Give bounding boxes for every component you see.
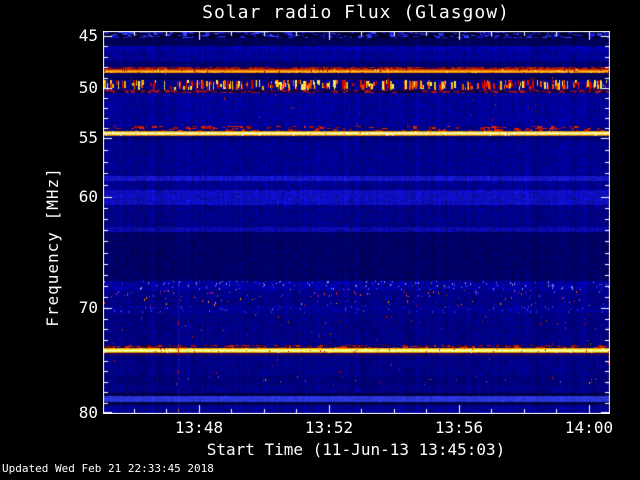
y-tick-label: 45 bbox=[78, 26, 98, 45]
chart-title: Solar radio Flux (Glasgow) bbox=[202, 2, 510, 23]
y-tick-label: 70 bbox=[78, 298, 98, 317]
y-axis-title: Frequency [MHz] bbox=[43, 167, 62, 327]
spectrogram-window: Solar radio Flux (Glasgow) Frequency [MH… bbox=[0, 0, 640, 480]
y-tick-label: 55 bbox=[78, 128, 98, 147]
x-tick-label: 13:48 bbox=[174, 418, 224, 437]
y-tick-label: 80 bbox=[78, 403, 98, 422]
y-tick-label: 50 bbox=[78, 78, 98, 97]
spectrogram-plot bbox=[103, 31, 610, 414]
x-tick-label: 13:52 bbox=[304, 418, 354, 437]
x-axis-title: Start Time (11-Jun-13 13:45:03) bbox=[206, 440, 506, 459]
y-tick-label: 60 bbox=[78, 187, 98, 206]
x-tick-label: 14:00 bbox=[564, 418, 614, 437]
x-tick-label: 13:56 bbox=[434, 418, 484, 437]
updated-timestamp: Updated Wed Feb 21 22:33:45 2018 bbox=[2, 462, 214, 475]
